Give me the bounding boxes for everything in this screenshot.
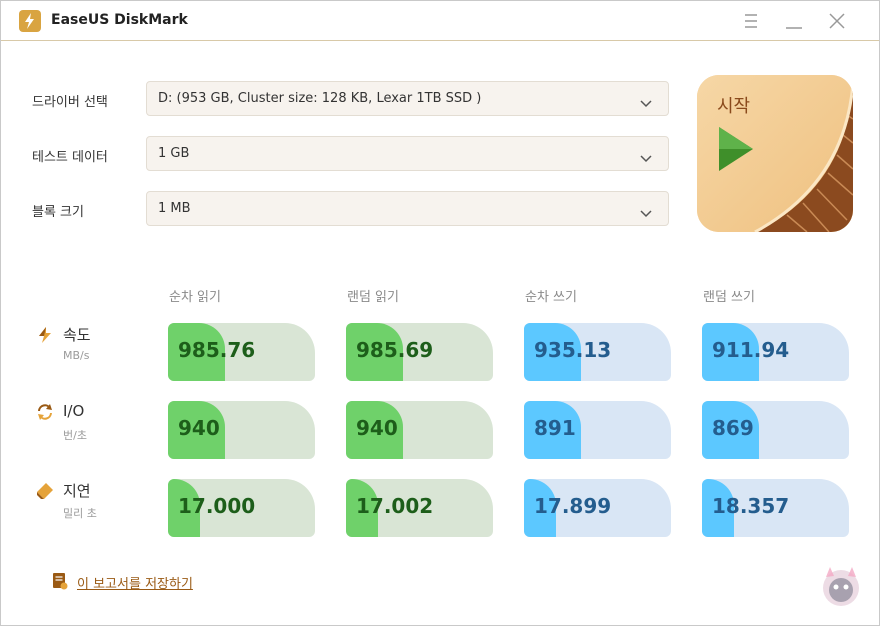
row-unit-latency: 밀리 초 (63, 507, 97, 520)
menu-icon[interactable] (739, 9, 763, 33)
block-size-select-value: 1 MB (158, 201, 191, 216)
metric-value: 935.13 (534, 338, 612, 362)
save-report-link[interactable]: 이 보고서를 저장하기 (77, 573, 193, 592)
lightning-icon (36, 326, 54, 344)
metric-value: 985.76 (178, 338, 256, 362)
col-header-seq-write: 순차 쓰기 (525, 290, 577, 305)
metric-cell: 891 (524, 401, 671, 459)
chevron-down-icon (640, 149, 652, 168)
col-header-rand-write: 랜덤 쓰기 (703, 290, 755, 305)
row-title-speed: 속도 (63, 326, 91, 344)
metric-value: 985.69 (356, 338, 434, 362)
close-icon[interactable] (825, 9, 849, 33)
app-title: EaseUS DiskMark (51, 12, 188, 28)
row-title-io: I/O (63, 402, 85, 420)
metric-cell: 17.899 (524, 479, 671, 537)
drive-label: 드라이버 선택 (32, 95, 108, 110)
metric-value: 869 (712, 416, 754, 440)
test-data-select[interactable]: 1 GB (146, 136, 669, 171)
drive-select[interactable]: D: (953 GB, Cluster size: 128 KB, Lexar … (146, 81, 669, 116)
start-button[interactable]: 시작 (697, 75, 853, 232)
metric-value: 891 (534, 416, 576, 440)
chevron-down-icon (640, 204, 652, 223)
metric-cell: 18.357 (702, 479, 849, 537)
metric-cell: 940 (168, 401, 315, 459)
metric-cell: 911.94 (702, 323, 849, 381)
metric-cell: 940 (346, 401, 493, 459)
title-bar: EaseUS DiskMark (1, 1, 879, 41)
metric-value: 17.002 (356, 494, 434, 518)
test-data-label: 테스트 데이터 (32, 150, 108, 165)
metric-cell: 935.13 (524, 323, 671, 381)
col-header-seq-read: 순차 읽기 (169, 290, 221, 305)
metric-cell: 17.000 (168, 479, 315, 537)
block-size-select[interactable]: 1 MB (146, 191, 669, 226)
metric-value: 18.357 (712, 494, 790, 518)
metric-value: 17.000 (178, 494, 256, 518)
mascot-icon (816, 561, 866, 611)
chevron-down-icon (640, 94, 652, 113)
drive-select-value: D: (953 GB, Cluster size: 128 KB, Lexar … (158, 91, 482, 106)
metric-value: 940 (178, 416, 220, 440)
metric-cell: 17.002 (346, 479, 493, 537)
latency-icon (36, 482, 54, 500)
metric-value: 911.94 (712, 338, 790, 362)
test-data-select-value: 1 GB (158, 146, 190, 161)
refresh-icon (36, 403, 54, 421)
row-unit-io: 번/초 (63, 429, 87, 442)
app-logo-icon (19, 10, 41, 32)
report-icon (52, 572, 68, 590)
row-title-latency: 지연 (63, 482, 91, 500)
minimize-icon[interactable] (782, 9, 806, 33)
metric-value: 17.899 (534, 494, 612, 518)
block-size-label: 블록 크기 (32, 205, 84, 220)
metric-cell: 985.76 (168, 323, 315, 381)
row-unit-speed: MB/s (63, 349, 90, 362)
metric-cell: 985.69 (346, 323, 493, 381)
start-label: 시작 (717, 96, 751, 117)
metric-value: 940 (356, 416, 398, 440)
col-header-rand-read: 랜덤 읽기 (347, 290, 399, 305)
metric-cell: 869 (702, 401, 849, 459)
app-window: EaseUS DiskMark 드라이버 선택 D: (953 GB, Clus… (0, 0, 880, 626)
